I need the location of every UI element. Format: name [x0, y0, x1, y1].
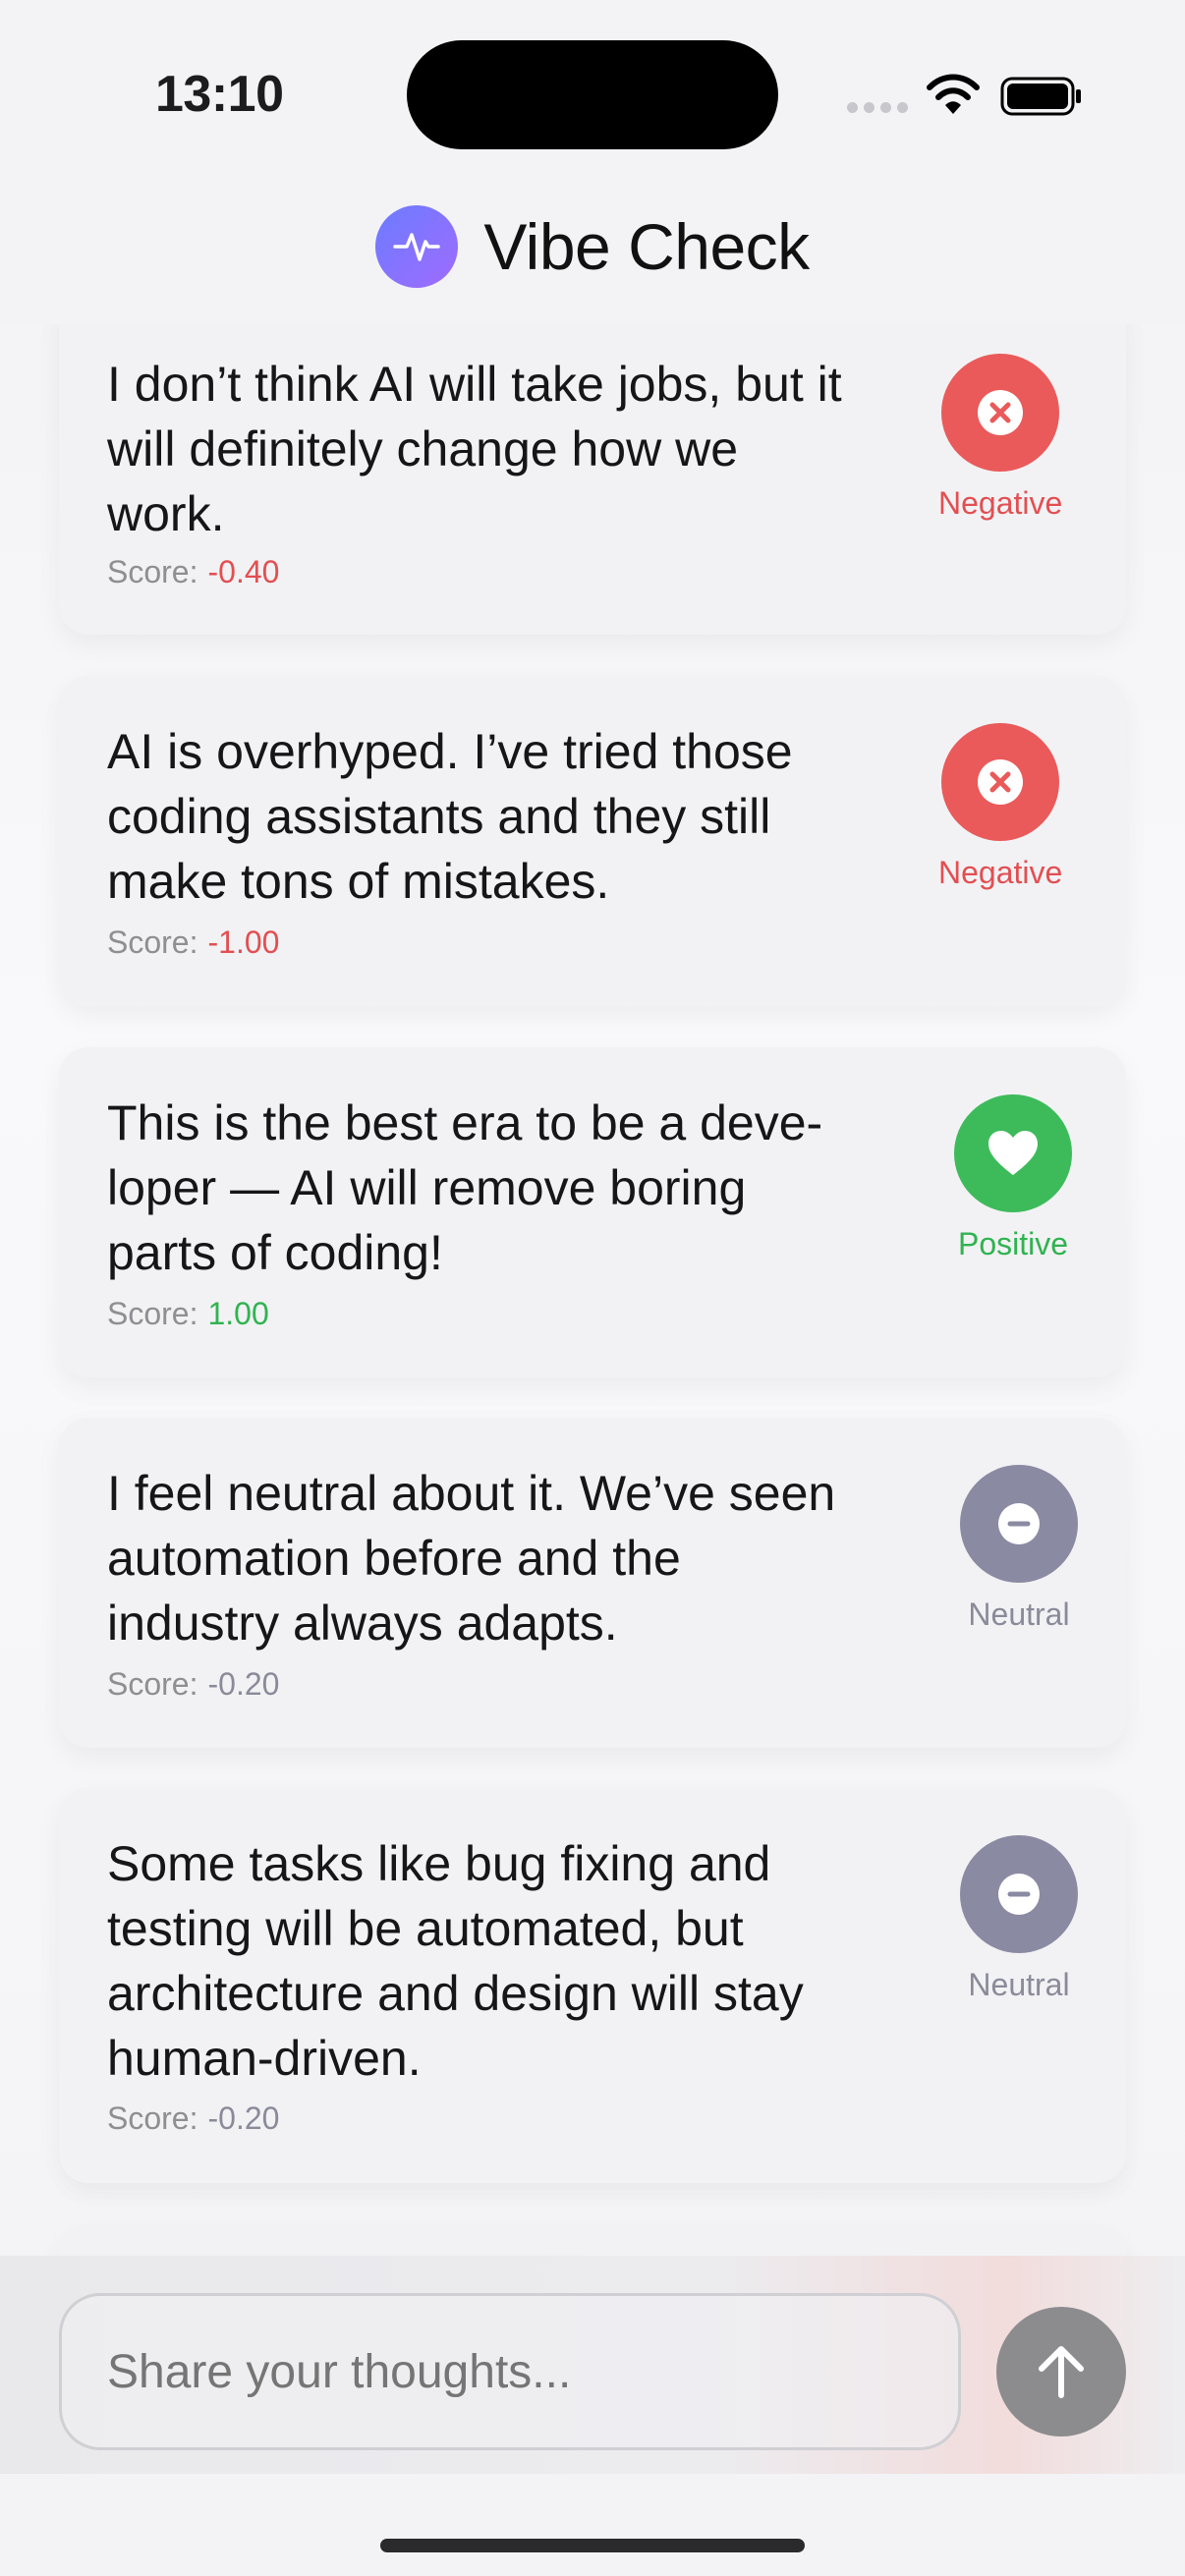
post-card[interactable]: I feel neutral about it. We’ve seen auto…	[59, 1418, 1126, 1748]
x-circle-icon	[941, 723, 1060, 841]
post-text: This is the best era to be a deve-loper …	[107, 1095, 823, 1280]
score-value: -0.40	[207, 554, 280, 589]
heart-icon	[954, 1094, 1072, 1212]
score-value: 1.00	[207, 1296, 269, 1331]
post-card[interactable]: This is the best era to be a deve-loper …	[59, 1047, 1126, 1377]
score-label: Score:	[107, 554, 198, 589]
minus-circle-icon	[960, 1835, 1078, 1953]
battery-icon	[1000, 77, 1081, 116]
score-value: -1.00	[207, 924, 280, 960]
post-score: Score: 1.00	[107, 1296, 269, 1332]
post-score: Score: -0.20	[107, 2100, 279, 2137]
app-header: Vibe Check	[0, 202, 1185, 291]
sentiment-label: Negative	[938, 855, 1063, 890]
score-label: Score:	[107, 1296, 198, 1331]
arrow-up-icon	[1039, 2346, 1084, 2398]
post-text: I don’t think AI will take jobs, but it …	[107, 357, 842, 541]
send-button[interactable]	[996, 2307, 1126, 2436]
score-label: Score:	[107, 1666, 198, 1702]
post-text: Some tasks like bug fixing and testing w…	[107, 1836, 804, 2086]
header-bar: 13:10 Vibe Check	[0, 0, 1185, 324]
score-label: Score:	[107, 2100, 198, 2136]
sentiment-label: Neutral	[968, 1967, 1070, 2002]
thoughts-input[interactable]	[59, 2293, 961, 2450]
sentiment-badge: Negative	[938, 723, 1062, 891]
post-score: Score: -1.00	[107, 924, 279, 961]
minus-circle-icon	[960, 1465, 1078, 1583]
bottom-safe-area	[0, 2474, 1185, 2576]
score-label: Score:	[107, 924, 198, 960]
sentiment-label: Negative	[938, 485, 1063, 521]
cellular-signal-icon	[847, 102, 908, 113]
sentiment-label: Positive	[957, 1226, 1069, 1261]
post-card[interactable]: Some tasks like bug fixing and testing w…	[59, 1788, 1126, 2183]
sentiment-badge: Neutral	[960, 1835, 1078, 2003]
sentiment-label: Neutral	[968, 1596, 1070, 1632]
x-circle-icon	[941, 354, 1060, 472]
wifi-icon	[927, 74, 980, 114]
composer-bar	[0, 2256, 1185, 2474]
status-time: 13:10	[155, 66, 284, 123]
post-text: AI is overhyped. I’ve tried those coding…	[107, 724, 793, 909]
dynamic-island	[407, 40, 778, 149]
sentiment-badge: Neutral	[960, 1465, 1078, 1633]
score-value: -0.20	[207, 2100, 280, 2136]
home-indicator[interactable]	[380, 2539, 805, 2552]
post-feed[interactable]: I don’t think AI will take jobs, but it …	[0, 0, 1185, 2423]
sentiment-badge: Negative	[938, 354, 1062, 522]
sentiment-badge: Positive	[954, 1094, 1072, 1262]
pulse-icon	[375, 205, 459, 288]
post-score: Score: -0.20	[107, 1666, 279, 1703]
app-screen: I don’t think AI will take jobs, but it …	[0, 0, 1185, 2576]
post-score: Score: -0.40	[107, 554, 279, 590]
post-card[interactable]: I don’t think AI will take jobs, but it …	[59, 295, 1126, 635]
post-card[interactable]: AI is overhyped. I’ve tried those coding…	[59, 676, 1126, 1006]
post-text: I feel neutral about it. We’ve seen auto…	[107, 1466, 836, 1651]
app-title: Vibe Check	[483, 210, 810, 283]
score-value: -0.20	[207, 1666, 280, 1702]
